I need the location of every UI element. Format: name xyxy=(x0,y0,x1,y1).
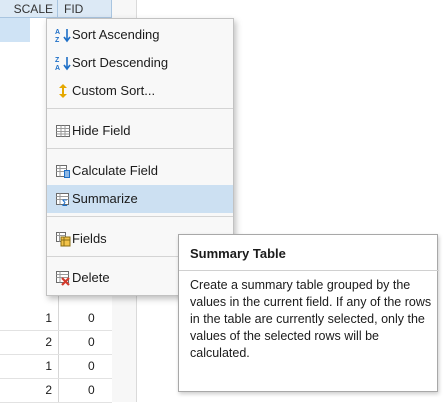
table-cell: 0 xyxy=(88,383,95,397)
selected-column-band xyxy=(0,18,30,42)
tooltip-title: Summary Table xyxy=(190,246,286,261)
menu-item-calculate-field[interactable]: Calculate Field xyxy=(47,157,233,185)
tooltip-divider xyxy=(179,270,439,271)
table-cell: 1 xyxy=(45,359,52,373)
table-cell: 2 xyxy=(45,335,52,349)
table-row[interactable]: 2 0 xyxy=(0,330,112,355)
calculate-field-icon xyxy=(55,163,71,179)
menu-item-label: Sort Ascending xyxy=(72,27,160,42)
summarize-icon: Σ xyxy=(55,191,71,208)
menu-item-label: Summarize xyxy=(72,191,138,206)
menu-item-summarize[interactable]: Σ Summarize xyxy=(47,185,233,213)
column-header-fid[interactable]: FID xyxy=(58,0,112,18)
column-header-scale[interactable]: SCALE xyxy=(0,0,58,18)
menu-item-label: Calculate Field xyxy=(72,163,158,178)
sort-ascending-icon: A Z xyxy=(55,27,71,44)
table-row[interactable]: 1 0 xyxy=(0,354,112,379)
table-row[interactable]: 1 0 xyxy=(0,306,112,331)
menu-item-label: Fields xyxy=(72,231,107,246)
summary-table-tooltip: Summary Table Create a summary table gro… xyxy=(178,234,439,392)
menu-item-sort-descending[interactable]: Z A Sort Descending xyxy=(47,49,233,77)
fields-icon xyxy=(55,231,71,247)
menu-item-custom-sort[interactable]: Custom Sort... xyxy=(47,77,233,105)
menu-separator xyxy=(47,216,233,217)
menu-item-label: Custom Sort... xyxy=(72,83,156,98)
menu-item-label: Hide Field xyxy=(72,123,131,138)
table-cell: 2 xyxy=(45,383,52,397)
table-cell: 1 xyxy=(45,311,52,325)
hide-field-icon xyxy=(55,123,71,139)
menu-separator xyxy=(47,148,233,149)
table-cell: 0 xyxy=(88,311,95,325)
svg-text:A: A xyxy=(55,65,60,71)
svg-text:Σ: Σ xyxy=(62,198,68,207)
custom-sort-icon xyxy=(55,83,71,99)
delete-icon xyxy=(55,270,71,286)
menu-separator xyxy=(47,108,233,109)
table-cell: 0 xyxy=(88,335,95,349)
menu-item-sort-ascending[interactable]: A Z Sort Ascending xyxy=(47,21,233,49)
svg-text:Z: Z xyxy=(55,57,60,64)
svg-text:Z: Z xyxy=(55,37,60,43)
sort-descending-icon: Z A xyxy=(55,55,71,72)
tooltip-body: Create a summary table grouped by the va… xyxy=(190,278,432,360)
menu-item-label: Delete xyxy=(72,270,110,285)
menu-item-hide-field[interactable]: Hide Field xyxy=(47,117,233,145)
svg-text:A: A xyxy=(55,29,60,36)
table-cell: 0 xyxy=(88,359,95,373)
menu-item-label: Sort Descending xyxy=(72,55,169,70)
table-row[interactable]: 2 0 xyxy=(0,378,112,403)
